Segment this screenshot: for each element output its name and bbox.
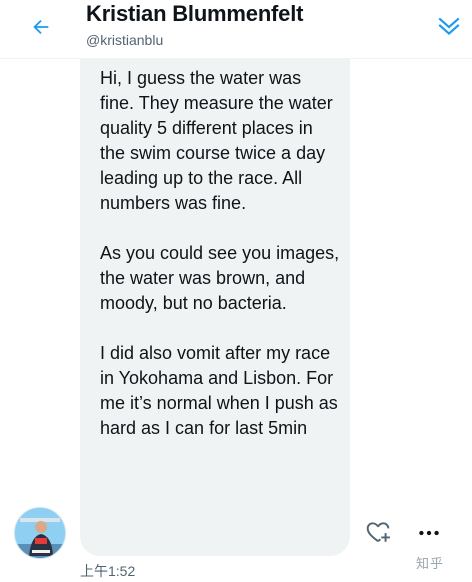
message-text[interactable]: Hi, I guess the water was fine. They mea…: [100, 66, 340, 441]
avatar-image: [15, 508, 65, 558]
message-paragraph: Hi, I guess the water was fine. They mea…: [100, 68, 333, 213]
contact-handle: @kristianblu: [86, 32, 164, 48]
heart-plus-icon: [366, 522, 390, 542]
avatar[interactable]: [14, 507, 66, 559]
conversation-header: Kristian Blummenfelt @kristianblu: [0, 0, 472, 59]
watermark: 知乎: [416, 556, 445, 571]
arrow-left-icon: [33, 19, 49, 35]
react-button[interactable]: [363, 517, 393, 547]
more-button[interactable]: [414, 518, 444, 548]
more-horizontal-icon: [419, 530, 439, 536]
contact-name: Kristian Blummenfelt: [86, 1, 304, 26]
message-paragraph: I did also vomit after my race in Yokoha…: [100, 343, 338, 438]
message-paragraph: As you could see you images, the water w…: [100, 243, 340, 313]
collapse-button[interactable]: [432, 9, 466, 43]
message-timestamp: 上午1:52: [80, 563, 136, 579]
back-button[interactable]: [24, 10, 58, 44]
double-chevron-down-icon: [438, 17, 460, 36]
